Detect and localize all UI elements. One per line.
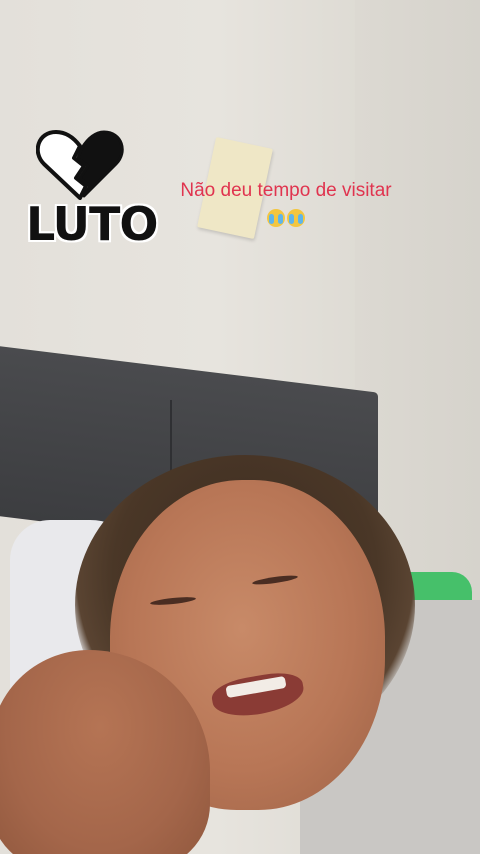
luto-badge: LUTO [26, 128, 159, 251]
caption-text: Não deu tempo de visitar [180, 180, 392, 201]
broken-heart-icon [36, 130, 124, 200]
caption: Não deu tempo de visitar [150, 178, 422, 230]
luto-text: LUTO [26, 197, 159, 251]
crying-emoji-row [266, 204, 306, 230]
crying-face-icon [287, 208, 305, 227]
crying-face-icon [267, 208, 285, 227]
